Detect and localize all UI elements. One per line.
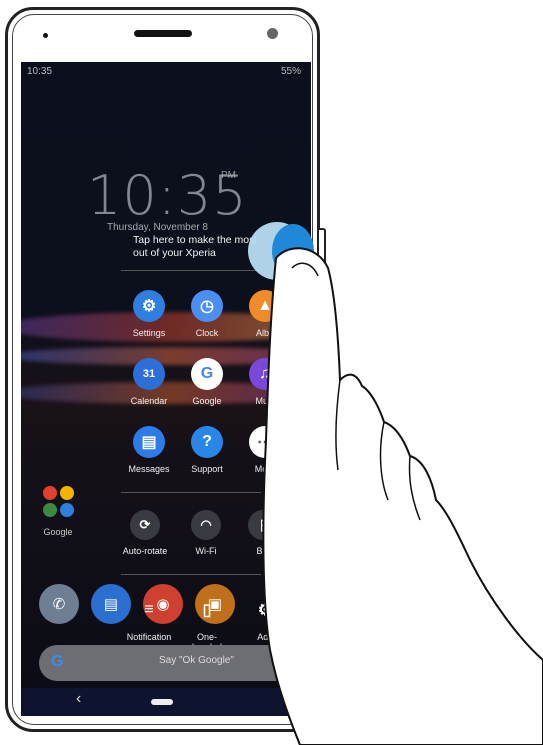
hand-shape [262,247,543,745]
hand-illustration [262,247,543,745]
